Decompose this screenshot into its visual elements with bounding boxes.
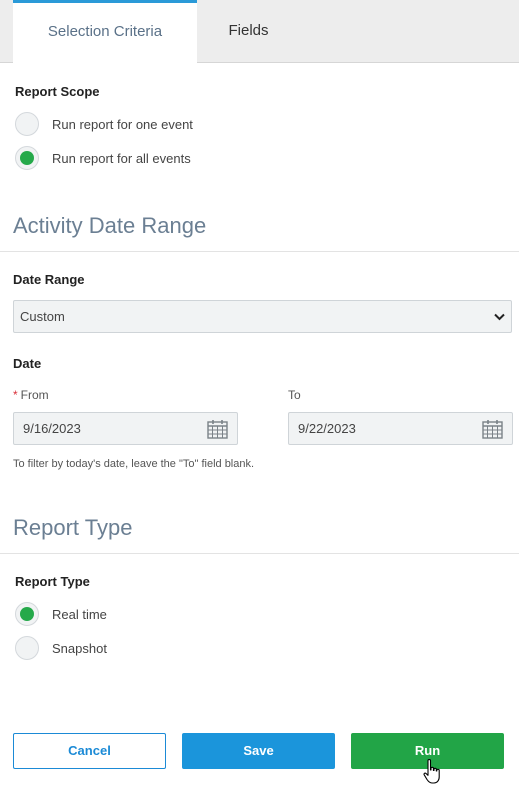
from-label-text: From	[20, 388, 49, 402]
to-date-value: 9/22/2023	[298, 421, 356, 436]
date-label: Date	[13, 356, 42, 371]
radio-real-time[interactable]: Real time	[15, 600, 107, 628]
required-marker: *	[13, 388, 18, 402]
radio-real-time-label: Real time	[52, 606, 107, 622]
tab-fields[interactable]: Fields	[197, 0, 300, 62]
to-date-input[interactable]: 9/22/2023	[288, 412, 513, 445]
from-date-input[interactable]: 9/16/2023	[13, 412, 238, 445]
section-divider	[0, 553, 519, 554]
hand-pointer-icon	[423, 758, 440, 784]
report-scope-label: Report Scope	[15, 84, 100, 99]
section-divider	[0, 251, 519, 252]
to-label: To	[288, 388, 301, 402]
report-type-heading: Report Type	[13, 515, 133, 540]
report-type-label: Report Type	[15, 574, 90, 589]
from-date-value: 9/16/2023	[23, 421, 81, 436]
radio-snapshot[interactable]: Snapshot	[15, 634, 107, 662]
date-range-label: Date Range	[13, 272, 85, 287]
radio-snapshot-circle[interactable]	[15, 636, 39, 660]
date-range-select[interactable]: Custom	[13, 300, 512, 333]
radio-real-time-circle[interactable]	[15, 602, 39, 626]
radio-all-events[interactable]: Run report for all events	[15, 144, 191, 172]
date-filter-hint: To filter by today's date, leave the "To…	[13, 458, 255, 470]
tab-bar: Selection Criteria Fields	[0, 0, 519, 63]
calendar-icon[interactable]	[207, 419, 228, 439]
tab-selection-criteria[interactable]: Selection Criteria	[13, 0, 197, 63]
date-range-value: Custom	[20, 309, 65, 324]
radio-all-events-circle[interactable]	[15, 146, 39, 170]
radio-one-event-circle[interactable]	[15, 112, 39, 136]
from-label: * From	[13, 388, 49, 402]
radio-snapshot-label: Snapshot	[52, 640, 107, 656]
radio-one-event[interactable]: Run report for one event	[15, 110, 193, 138]
cancel-button[interactable]: Cancel	[13, 733, 166, 769]
save-button[interactable]: Save	[182, 733, 335, 769]
calendar-icon[interactable]	[482, 419, 503, 439]
activity-date-range-heading: Activity Date Range	[13, 213, 207, 238]
radio-all-events-label: Run report for all events	[52, 150, 191, 166]
radio-one-event-label: Run report for one event	[52, 116, 193, 132]
chevron-down-icon	[494, 313, 505, 321]
